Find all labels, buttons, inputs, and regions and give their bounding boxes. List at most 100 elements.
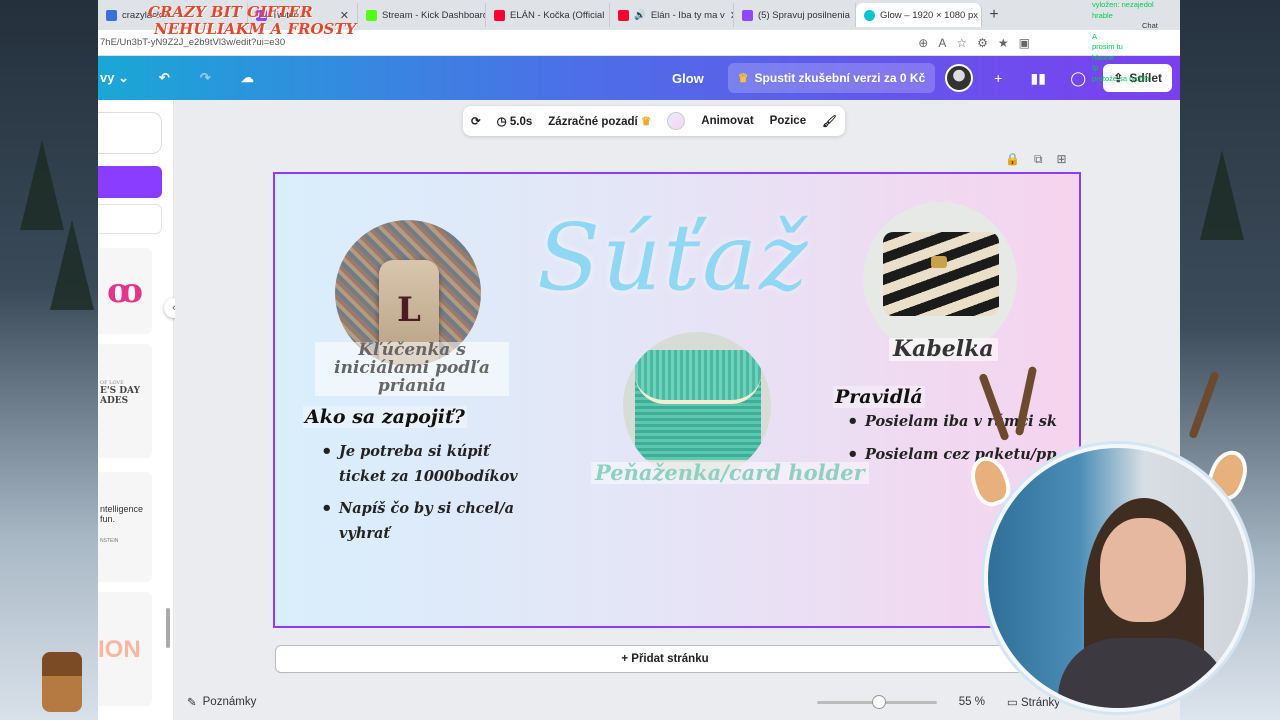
pages-icon: ▭: [1006, 697, 1018, 709]
tab-glow[interactable]: Glow – 1920 × 1080 px ✕: [856, 3, 982, 27]
webcam-shirt: [1058, 638, 1228, 708]
tab-posilnenia[interactable]: (5) Spravuj posilnenia ✕: [734, 3, 856, 27]
list-item: Napíš čo by si chcel/a vyhrať: [321, 497, 541, 546]
menu-dropdown[interactable]: vy ⌄: [100, 70, 129, 86]
panel-scrollbar[interactable]: [166, 608, 170, 648]
stream-chat-overlay: vyložen: nezajedol hrable Chat A prosim …: [1092, 0, 1184, 84]
clock-icon: ◷: [496, 116, 507, 128]
zoom-slider[interactable]: [816, 694, 937, 709]
wallet-flap: [635, 350, 761, 404]
chat-message: prosim tu: [1092, 42, 1123, 51]
duration-label: 5.0s: [509, 116, 533, 128]
trial-label: Spustit zkušební verzi za 0 Kč: [754, 71, 926, 85]
design-name[interactable]: Glow: [672, 71, 704, 86]
tab-label: Glow – 1920 × 1080 px: [880, 9, 978, 21]
context-toolbar: ⟳ ◷ 5.0s Zázračné pozadí ♛ Animovat Pozi…: [463, 106, 845, 136]
tab-label: (5) Spravuj posilnenia: [758, 9, 850, 21]
add-collaborator-button[interactable]: +: [983, 63, 1013, 93]
pixel-dog-sticker: [42, 652, 82, 712]
zoom-level[interactable]: 55 %: [959, 696, 985, 708]
avatar[interactable]: [945, 64, 974, 92]
template-thumbnail[interactable]: ntelligence fun. NSTEIN: [98, 472, 152, 582]
list-item: Posielam cez paketu/pp: [847, 443, 1077, 468]
bottom-bar: ✎ Poznámky 55 % ▭ Stránky: [175, 684, 1180, 720]
rules-list[interactable]: Posielam iba v rámci sk Posielam cez pak…: [847, 410, 1077, 475]
tab-favicon: [366, 9, 377, 21]
favorites-bar-icon[interactable]: ★: [998, 36, 1009, 50]
stream-alert-overlay: CRAZY BIT GIFTER NEHULIAKM A FROSTY: [148, 3, 356, 39]
left-panel: ꝏ OF LOVE E'S DAY ADES ntelligence fun. …: [98, 100, 174, 720]
how-to-join-list[interactable]: Je potreba si kúpiť ticket za 1000bodíko…: [321, 440, 541, 555]
tab-label: Elán - Iba ty ma v: [650, 9, 725, 21]
insights-button[interactable]: ▮▮: [1023, 63, 1053, 93]
undo-icon[interactable]: ↶: [159, 70, 170, 86]
filter-button[interactable]: [98, 204, 162, 234]
duration-button[interactable]: ◷ 5.0s: [497, 114, 533, 128]
menu-label: vy: [100, 70, 115, 85]
extensions-icon[interactable]: ⚙: [977, 36, 988, 50]
tab-kick[interactable]: Stream - Kick Dashboard ✕: [358, 3, 486, 27]
notes-icon: ✎: [187, 697, 197, 709]
tab-favicon: [494, 9, 505, 21]
chat-message: Ip: [1092, 63, 1099, 72]
search-input[interactable]: [98, 112, 162, 154]
add-page-icon[interactable]: ⊞: [1057, 152, 1067, 167]
favorite-icon[interactable]: ☆: [956, 36, 967, 50]
tree: [20, 140, 64, 230]
topbar-left: vy ⌄ ↶ ↷ ☁: [98, 70, 254, 86]
pages-label: Stránky: [1021, 697, 1060, 709]
handbag-photo[interactable]: [863, 202, 1017, 356]
tab-elan-iba[interactable]: 🔊 Elán - Iba ty ma v ✕: [610, 3, 734, 27]
notes-button[interactable]: ✎ Poznámky: [187, 695, 256, 709]
pages-button[interactable]: ▭ Stránky: [1007, 695, 1060, 709]
color-swatch[interactable]: [667, 112, 686, 130]
new-tab-button[interactable]: +: [982, 6, 1006, 24]
sticker-graphic: ꝏ: [106, 271, 144, 311]
wallet-caption[interactable]: Peňaženka/card holder: [591, 461, 869, 485]
tab-favicon: [618, 9, 629, 21]
trial-button[interactable]: ♛ Spustit zkušební verzi za 0 Kč: [727, 63, 936, 93]
wallet-photo[interactable]: [623, 332, 771, 480]
comments-button[interactable]: ◯: [1063, 63, 1093, 93]
webcam-face: [1100, 518, 1186, 622]
read-aloud-icon[interactable]: A: [938, 36, 946, 50]
tree: [1200, 150, 1244, 240]
primary-action-button[interactable]: [98, 166, 162, 198]
duplicate-icon[interactable]: ⧉: [1034, 152, 1043, 167]
refresh-magic-icon[interactable]: ⟳: [471, 114, 481, 128]
lock-icon[interactable]: 🔒: [1005, 152, 1020, 167]
url-text[interactable]: 7hE/Un3bT-yN9Z2J_e2b9tVl3w/edit?ui=e30: [100, 37, 285, 48]
redo-icon[interactable]: ↷: [200, 70, 211, 86]
template-thumbnail[interactable]: ION: [98, 592, 152, 706]
paint-format-icon[interactable]: 🖌: [822, 114, 837, 128]
keychain-caption[interactable]: Kľúčenka s iniciálami podľa priania: [315, 341, 509, 396]
how-to-join-heading[interactable]: Ako sa zapojiť?: [303, 406, 467, 428]
position-button[interactable]: Pozice: [770, 115, 806, 127]
chat-message: vyložen: nezajedol: [1092, 0, 1154, 9]
template-thumbnail[interactable]: OF LOVE E'S DAY ADES: [98, 344, 152, 458]
tab-favicon: [106, 9, 117, 21]
zoom-icon[interactable]: ⊕: [918, 36, 928, 50]
list-item: Je potreba si kúpiť ticket za 1000bodíko…: [321, 440, 541, 489]
rules-heading[interactable]: Pravidlá: [833, 386, 925, 408]
magic-background-button[interactable]: Zázračné pozadí ♛: [548, 114, 651, 128]
tab-elan-kocka[interactable]: ELÁN - Kočka (Official ✕: [486, 3, 610, 27]
collections-icon[interactable]: ▣: [1019, 36, 1030, 50]
chat-message: hrable: [1092, 10, 1113, 20]
add-page-button[interactable]: + Přidat stránku: [275, 645, 1055, 673]
handbag-caption[interactable]: Kabelka: [889, 337, 998, 362]
list-item: Posielam iba v rámci sk: [847, 410, 1077, 435]
magic-background-label: Zázračné pozadí: [548, 116, 638, 128]
bar-chart-icon: ▮▮: [1030, 69, 1046, 86]
canva-topbar: vy ⌄ ↶ ↷ ☁ Glow ♛ Spustit zkušební verzi…: [98, 56, 1180, 100]
template-thumbnail[interactable]: ꝏ: [98, 248, 152, 334]
animate-button[interactable]: Animovat: [701, 115, 753, 127]
page-actions: 🔒 ⧉ ⊞: [1005, 152, 1067, 167]
slide-canvas[interactable]: Súťaž Kľúčenka s iniciálami podľa priani…: [273, 172, 1081, 628]
cloud-saved-icon[interactable]: ☁: [241, 70, 254, 86]
zoom-slider-handle[interactable]: [871, 694, 886, 709]
slide-title[interactable]: Súťaž: [537, 204, 810, 311]
tree: [50, 220, 94, 310]
chat-message: hlavne: [1092, 52, 1115, 62]
speaker-icon[interactable]: 🔊: [634, 10, 646, 21]
